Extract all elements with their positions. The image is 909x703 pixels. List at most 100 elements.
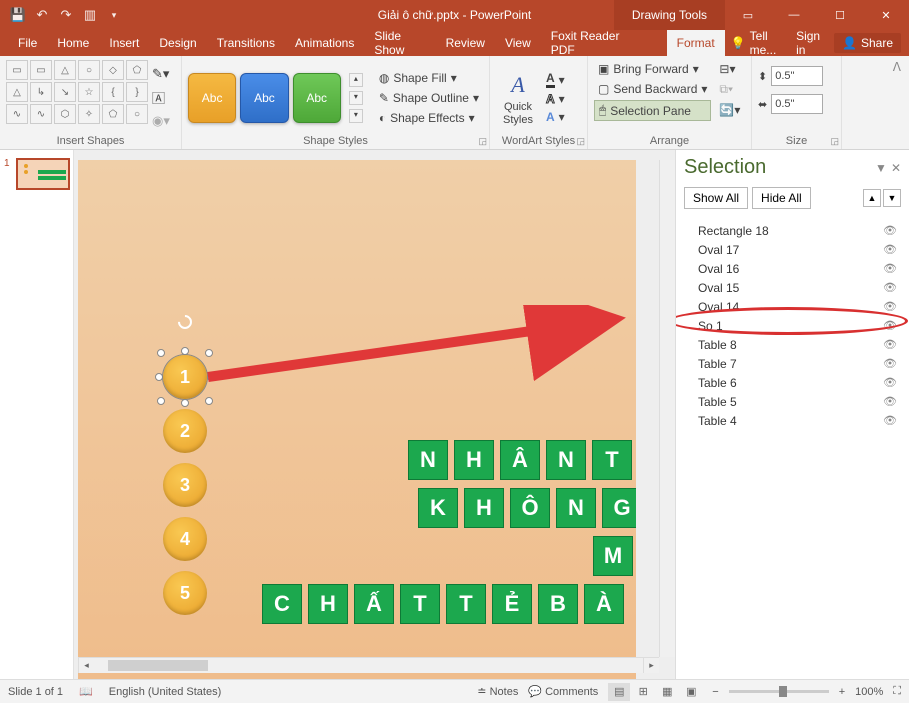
slide-counter[interactable]: Slide 1 of 1: [8, 686, 63, 698]
tell-me[interactable]: 💡Tell me...: [725, 29, 784, 57]
selection-item[interactable]: Oval 16👁: [680, 259, 905, 278]
selection-pane-close-icon[interactable]: ✕: [891, 161, 901, 175]
selection-item[interactable]: Oval 15👁: [680, 278, 905, 297]
selection-item[interactable]: Table 8👁: [680, 335, 905, 354]
qat-customize-icon[interactable]: ▾: [104, 5, 124, 25]
reading-view-button[interactable]: ▦: [656, 683, 678, 701]
shape-styles-launcher-icon[interactable]: ◲: [478, 136, 487, 147]
gallery-scroll-up-icon[interactable]: ▴: [349, 73, 363, 87]
scroll-right-icon[interactable]: ▸: [643, 658, 659, 673]
selection-item[interactable]: Table 4👁: [680, 411, 905, 430]
zoom-in-button[interactable]: +: [839, 686, 845, 698]
visibility-toggle-icon[interactable]: 👁: [883, 414, 897, 427]
oval-shape-2[interactable]: 2: [163, 409, 207, 453]
oval-shape-1[interactable]: 1: [163, 355, 207, 399]
edit-shape-icon[interactable]: ✎▾: [152, 66, 170, 82]
group-button[interactable]: ⧉▾: [717, 80, 742, 99]
tab-format[interactable]: Format: [667, 30, 725, 56]
ribbon-display-options-icon[interactable]: ▭: [725, 0, 771, 30]
shape-fill-button[interactable]: ◍Shape Fill ▾: [375, 69, 483, 87]
resize-handle[interactable]: [181, 399, 189, 407]
selection-item[interactable]: Table 5👁: [680, 392, 905, 411]
horizontal-scrollbar[interactable]: ◂ ▸: [78, 657, 659, 673]
selection-item[interactable]: So 1👁: [680, 316, 905, 335]
shape-effects-button[interactable]: ◐Shape Effects ▾: [375, 109, 483, 127]
undo-icon[interactable]: ↶: [32, 5, 52, 25]
gallery-more-icon[interactable]: ▾: [349, 109, 363, 123]
fit-to-window-button[interactable]: ⛶: [893, 685, 901, 698]
move-up-button[interactable]: ▲: [863, 189, 881, 207]
scroll-left-icon[interactable]: ◂: [78, 658, 94, 673]
slide-sorter-view-button[interactable]: ⊞: [632, 683, 654, 701]
visibility-toggle-icon[interactable]: 👁: [883, 300, 897, 313]
selection-pane-button[interactable]: 🖱Selection Pane: [594, 100, 711, 121]
slideshow-view-button[interactable]: ▣: [680, 683, 702, 701]
tab-home[interactable]: Home: [47, 30, 99, 56]
rotate-handle-icon[interactable]: [175, 312, 195, 332]
text-outline-button[interactable]: A▾: [544, 91, 567, 107]
resize-handle[interactable]: [205, 349, 213, 357]
shape-style-preset-3[interactable]: Abc: [293, 73, 341, 123]
zoom-out-button[interactable]: −: [712, 686, 718, 698]
shape-outline-button[interactable]: ✎Shape Outline ▾: [375, 89, 483, 107]
sign-in[interactable]: Sign in: [790, 29, 828, 57]
tab-foxit[interactable]: Foxit Reader PDF: [541, 30, 643, 56]
visibility-toggle-icon[interactable]: 👁: [883, 395, 897, 408]
wordart-launcher-icon[interactable]: ◲: [576, 136, 585, 147]
language-status[interactable]: English (United States): [109, 686, 222, 698]
oval-shape-5[interactable]: 5: [163, 571, 207, 615]
text-fill-button[interactable]: A▾: [544, 70, 567, 89]
spell-check-icon[interactable]: 📖: [79, 685, 93, 698]
oval-shape-3[interactable]: 3: [163, 463, 207, 507]
tab-review[interactable]: Review: [436, 30, 495, 56]
visibility-toggle-icon[interactable]: 👁: [883, 281, 897, 294]
show-all-button[interactable]: Show All: [684, 187, 748, 209]
comments-button[interactable]: 💬 Comments: [528, 685, 598, 698]
visibility-toggle-icon[interactable]: 👁: [883, 357, 897, 370]
resize-handle[interactable]: [157, 349, 165, 357]
shapes-gallery[interactable]: ▭▭△○◇⬠ △↳↘☆{} ∿∿⬡✧⬠○: [6, 60, 148, 135]
save-icon[interactable]: 💾: [8, 5, 28, 25]
visibility-toggle-icon[interactable]: 👁: [883, 262, 897, 275]
tab-transitions[interactable]: Transitions: [207, 30, 285, 56]
shape-style-preset-2[interactable]: Abc: [240, 73, 288, 123]
text-effects-button[interactable]: A▾: [544, 109, 567, 125]
crossword-row[interactable]: CHẤTTẺBÀ: [262, 584, 624, 624]
align-button[interactable]: ⊟▾: [717, 60, 742, 78]
text-box-icon[interactable]: 🄰: [152, 88, 170, 107]
send-backward-button[interactable]: ▢Send Backward ▾: [594, 80, 711, 98]
rotate-button[interactable]: 🔄▾: [717, 101, 742, 119]
selection-item[interactable]: Rectangle 18👁: [680, 221, 905, 240]
selection-item[interactable]: Oval 14👁: [680, 297, 905, 316]
crossword-row[interactable]: KHÔNG: [418, 488, 636, 528]
bring-forward-button[interactable]: ▣Bring Forward ▾: [594, 60, 711, 78]
resize-handle[interactable]: [205, 397, 213, 405]
collapse-ribbon-icon[interactable]: ᐱ: [885, 56, 909, 149]
crossword-row[interactable]: NHÂNT: [408, 440, 632, 480]
redo-icon[interactable]: ↷: [56, 5, 76, 25]
start-from-beginning-icon[interactable]: ▥: [80, 5, 100, 25]
resize-handle[interactable]: [207, 373, 215, 381]
close-icon[interactable]: ✕: [863, 0, 909, 30]
height-input[interactable]: 0.5": [771, 66, 823, 86]
size-launcher-icon[interactable]: ◲: [830, 136, 839, 147]
quick-styles-button[interactable]: A Quick Styles: [496, 67, 540, 127]
gallery-scroll-down-icon[interactable]: ▾: [349, 91, 363, 105]
move-down-button[interactable]: ▼: [883, 189, 901, 207]
visibility-toggle-icon[interactable]: 👁: [883, 243, 897, 256]
selection-pane-menu-icon[interactable]: ▼: [875, 161, 887, 175]
merge-shapes-icon[interactable]: ◉▾: [152, 113, 170, 129]
zoom-slider[interactable]: [729, 690, 829, 693]
tab-insert[interactable]: Insert: [99, 30, 149, 56]
slide-thumbnail-1[interactable]: 1: [6, 158, 67, 190]
tab-slideshow[interactable]: Slide Show: [364, 30, 435, 56]
oval-shape-4[interactable]: 4: [163, 517, 207, 561]
tab-animations[interactable]: Animations: [285, 30, 364, 56]
tab-design[interactable]: Design: [149, 30, 206, 56]
hide-all-button[interactable]: Hide All: [752, 187, 811, 209]
share-button[interactable]: 👤Share: [834, 33, 901, 53]
visibility-toggle-icon[interactable]: 👁: [883, 338, 897, 351]
scroll-thumb[interactable]: [108, 660, 208, 671]
selection-item[interactable]: Table 6👁: [680, 373, 905, 392]
visibility-toggle-icon[interactable]: 👁: [883, 376, 897, 389]
